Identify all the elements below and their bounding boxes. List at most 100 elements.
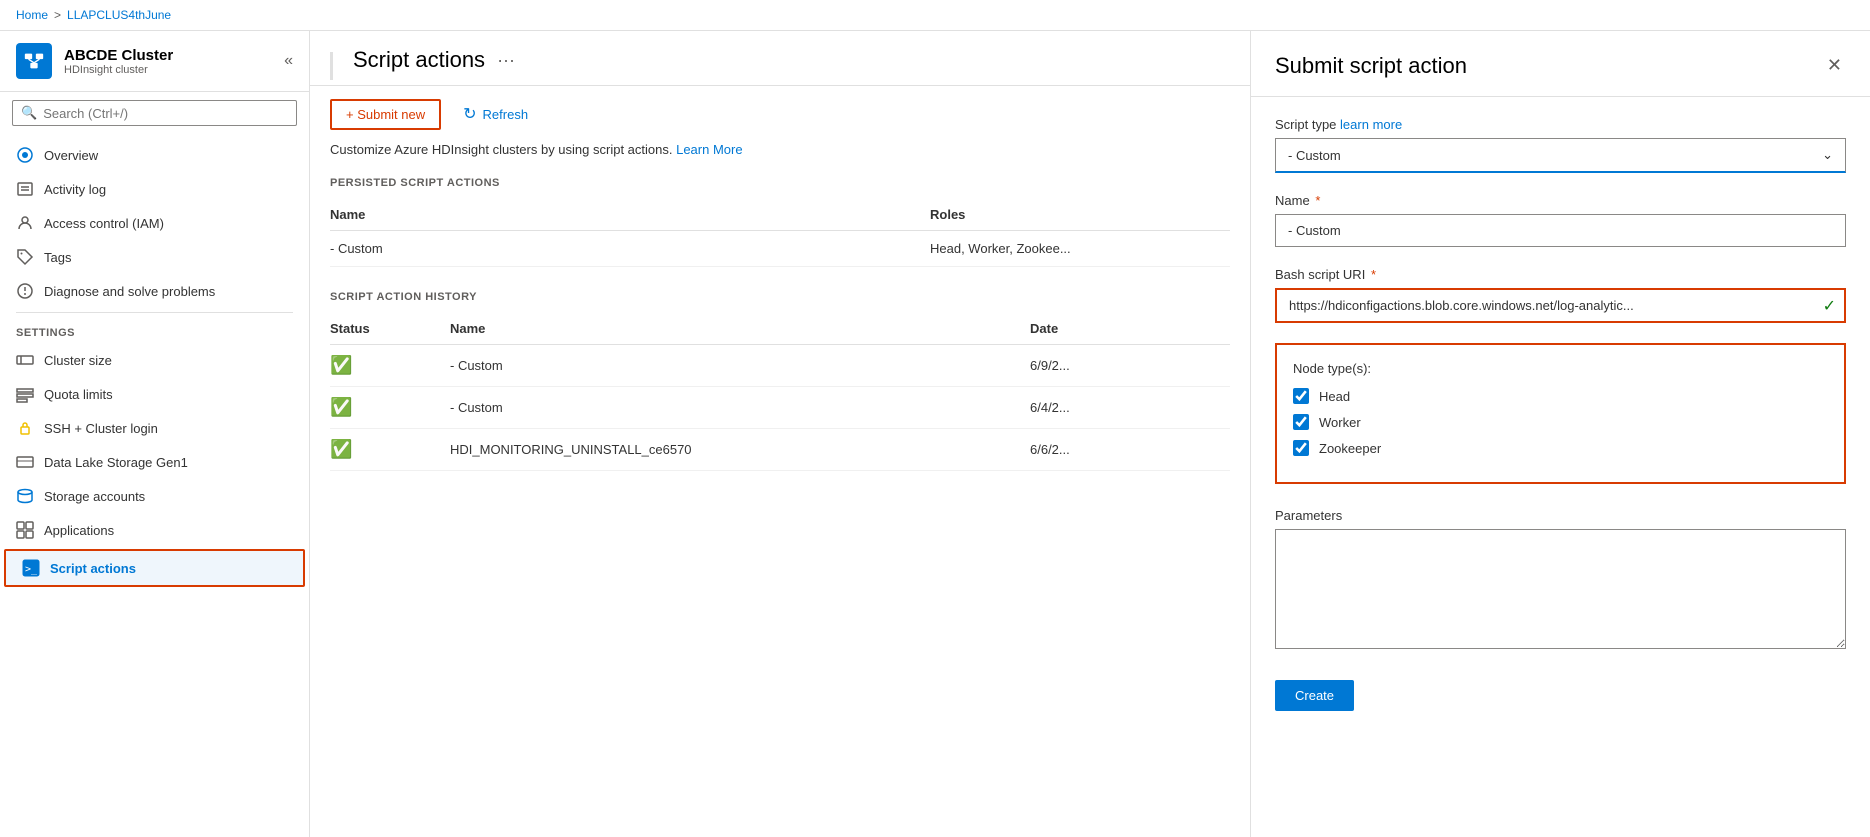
sidebar-item-label-diagnose: Diagnose and solve problems [44, 284, 215, 299]
sidebar-item-quota[interactable]: Quota limits [0, 377, 309, 411]
right-panel: Submit script action ✕ Script type learn… [1250, 31, 1870, 837]
sidebar-item-label-iam: Access control (IAM) [44, 216, 164, 231]
persisted-row-roles: Head, Worker, Zookee... [930, 241, 1230, 256]
worker-label: Worker [1319, 415, 1361, 430]
toolbar: + Submit new ↻ Refresh [310, 86, 1250, 142]
page-title: Script actions [353, 47, 485, 85]
overview-icon [16, 146, 34, 164]
settings-divider [16, 312, 293, 313]
script-type-learn-more[interactable]: learn more [1340, 117, 1402, 132]
script-type-select[interactable]: - Custom ⌄ [1275, 138, 1846, 173]
bash-uri-required: * [1371, 267, 1376, 282]
zookeeper-checkbox[interactable] [1293, 440, 1309, 456]
create-button[interactable]: Create [1275, 680, 1354, 711]
customize-text-main: Customize Azure HDInsight clusters by us… [330, 142, 672, 157]
tags-icon [16, 248, 34, 266]
sidebar-item-iam[interactable]: Access control (IAM) [0, 206, 309, 240]
sidebar-item-diagnose[interactable]: Diagnose and solve problems [0, 274, 309, 308]
sidebar-item-overview[interactable]: Overview [0, 138, 309, 172]
content-header: Script actions ··· [310, 31, 1250, 86]
breadcrumb-cluster[interactable]: LLAPCLUS4thJune [67, 8, 171, 22]
sidebar-item-datalake[interactable]: Data Lake Storage Gen1 [0, 445, 309, 479]
breadcrumb-sep1: > [54, 8, 61, 22]
panel-close-button[interactable]: ✕ [1823, 51, 1846, 80]
head-checkbox[interactable] [1293, 388, 1309, 404]
history-col-name: Name [450, 321, 1030, 336]
ssh-icon [16, 419, 34, 437]
sidebar-item-tags[interactable]: Tags [0, 240, 309, 274]
customize-text: Customize Azure HDInsight clusters by us… [330, 142, 1230, 157]
script-type-label: Script type learn more [1275, 117, 1846, 132]
bash-uri-field-wrap: ✓ [1275, 288, 1846, 323]
sidebar-item-script-actions[interactable]: >_ Script actions [4, 549, 305, 587]
name-input[interactable] [1275, 214, 1846, 247]
sidebar-item-label-quota: Quota limits [44, 387, 113, 402]
breadcrumb-home[interactable]: Home [16, 8, 48, 22]
learn-more-link[interactable]: Learn More [676, 142, 742, 157]
status-icon-0: ✅ [330, 355, 450, 376]
parameters-label: Parameters [1275, 508, 1846, 523]
history-row-2-date: 6/6/2... [1030, 442, 1230, 457]
bash-uri-label: Bash script URI * [1275, 267, 1846, 282]
sidebar-item-label-script-actions: Script actions [50, 561, 136, 576]
name-group: Name * [1275, 193, 1846, 247]
table-row: ✅ - Custom 6/4/2... [330, 387, 1230, 429]
node-types-label: Node type(s): [1293, 361, 1828, 376]
more-options-icon[interactable]: ··· [497, 50, 515, 83]
persisted-col-name: Name [330, 207, 930, 222]
script-type-value: - Custom [1288, 148, 1341, 163]
content-body: Customize Azure HDInsight clusters by us… [310, 142, 1250, 837]
sidebar-item-label-applications: Applications [44, 523, 114, 538]
sidebar-item-label-activity: Activity log [44, 182, 106, 197]
storage-icon [16, 487, 34, 505]
breadcrumb: Home > LLAPCLUS4thJune [0, 0, 1870, 31]
sidebar-item-label-storage: Storage accounts [44, 489, 145, 504]
sidebar-header: ABCDE Cluster HDInsight cluster « [0, 31, 309, 92]
history-col-date: Date [1030, 321, 1230, 336]
activity-icon [16, 180, 34, 198]
sidebar-item-label-tags: Tags [44, 250, 71, 265]
sidebar-item-ssh[interactable]: SSH + Cluster login [0, 411, 309, 445]
sidebar-nav: Overview Activity log Access control (IA… [0, 134, 309, 837]
node-types-section: Node type(s): Head Worker Zookeeper [1275, 343, 1846, 484]
status-icon-1: ✅ [330, 397, 450, 418]
submit-new-button[interactable]: + Submit new [330, 99, 441, 130]
bash-uri-input[interactable] [1277, 290, 1844, 321]
name-label: Name * [1275, 193, 1846, 208]
history-row-2-name: HDI_MONITORING_UNINSTALL_ce6570 [450, 442, 1030, 457]
chevron-down-icon: ⌄ [1822, 147, 1833, 163]
quota-icon [16, 385, 34, 403]
search-box[interactable]: 🔍 [12, 100, 297, 126]
persisted-table-header: Name Roles [330, 199, 1230, 231]
history-table-header: Status Name Date [330, 313, 1230, 345]
panel-body: Script type learn more - Custom ⌄ Name * [1251, 97, 1870, 837]
table-row: ✅ - Custom 6/9/2... [330, 345, 1230, 387]
script-type-group: Script type learn more - Custom ⌄ [1275, 117, 1846, 173]
search-input[interactable] [43, 106, 288, 121]
sidebar-item-storage[interactable]: Storage accounts [0, 479, 309, 513]
table-row: ✅ HDI_MONITORING_UNINSTALL_ce6570 6/6/2.… [330, 429, 1230, 471]
refresh-button[interactable]: ↻ Refresh [453, 98, 538, 130]
sidebar-item-cluster-size[interactable]: Cluster size [0, 343, 309, 377]
title-divider [330, 52, 333, 80]
panel-title: Submit script action [1275, 53, 1467, 79]
cluster-icon [16, 43, 52, 79]
refresh-label: Refresh [483, 107, 529, 122]
persisted-row-name: - Custom [330, 241, 930, 256]
persisted-col-roles: Roles [930, 207, 1230, 222]
worker-checkbox[interactable] [1293, 414, 1309, 430]
persisted-section-title: PERSISTED SCRIPT ACTIONS [330, 177, 1230, 189]
history-row-1-date: 6/4/2... [1030, 400, 1230, 415]
history-row-0-name: - Custom [450, 358, 1030, 373]
bash-uri-group: Bash script URI * ✓ [1275, 267, 1846, 323]
sidebar-collapse-button[interactable]: « [284, 52, 293, 70]
parameters-input[interactable] [1275, 529, 1846, 649]
history-section: SCRIPT ACTION HISTORY Status Name Date ✅… [330, 291, 1230, 471]
sidebar-item-applications[interactable]: Applications [0, 513, 309, 547]
sidebar-item-label-cluster-size: Cluster size [44, 353, 112, 368]
sidebar-item-activity-log[interactable]: Activity log [0, 172, 309, 206]
panel-header: Submit script action ✕ [1251, 31, 1870, 97]
refresh-icon: ↻ [463, 104, 476, 124]
table-row: - Custom Head, Worker, Zookee... [330, 231, 1230, 267]
history-row-0-date: 6/9/2... [1030, 358, 1230, 373]
